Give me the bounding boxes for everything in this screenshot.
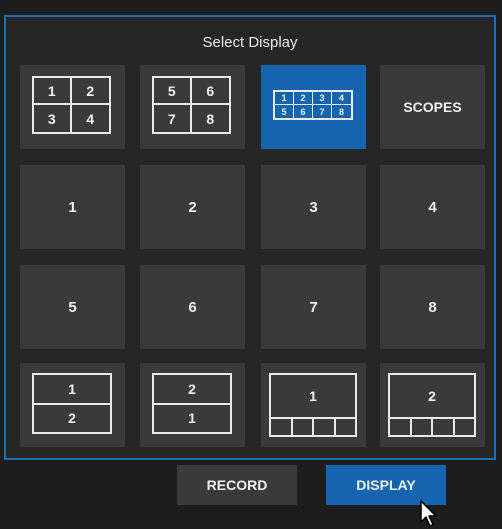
- display-number: 5: [68, 298, 77, 316]
- octal-cell: 7: [313, 105, 332, 118]
- display-3-button[interactable]: 3: [261, 165, 366, 249]
- scopes-label: SCOPES: [403, 99, 462, 115]
- strip-cells: [271, 417, 355, 435]
- strip-cells: [390, 417, 474, 435]
- layout-quad-1-4-button[interactable]: 1 2 3 4: [20, 65, 125, 149]
- octal-cell: 2: [294, 92, 313, 105]
- octal-grid-icon: 1 2 3 4 5 6 7 8: [273, 90, 353, 120]
- quad-1-4-icon: 1 2 3 4: [32, 76, 111, 134]
- display-number: 4: [428, 198, 437, 216]
- display-2-button[interactable]: 2: [140, 165, 245, 249]
- display-number: 8: [428, 298, 437, 316]
- layout-quad-5-8-button[interactable]: 5 6 7 8: [140, 65, 245, 149]
- display-number: 1: [68, 198, 77, 216]
- layout-split-2-1-button[interactable]: 2 1: [140, 363, 245, 447]
- quad-5-8-icon: 5 6 7 8: [152, 76, 231, 134]
- select-display-panel: Select Display 1 2 3 4 5 6 7 8 1 2 3 4 5…: [4, 15, 496, 460]
- mouse-cursor-icon: [420, 500, 437, 527]
- display-number: 2: [188, 198, 197, 216]
- quad-cell: 4: [86, 110, 95, 127]
- display-button[interactable]: DISPLAY: [326, 465, 446, 505]
- strip-2-icon: 2: [388, 373, 476, 437]
- display-8-button[interactable]: 8: [380, 265, 485, 349]
- display-6-button[interactable]: 6: [140, 265, 245, 349]
- display-5-button[interactable]: 5: [20, 265, 125, 349]
- layout-strip-1-button[interactable]: 1: [261, 363, 366, 447]
- split-cell: 2: [154, 375, 230, 405]
- display-number: 6: [188, 298, 197, 316]
- strip-1-icon: 1: [269, 373, 357, 437]
- octal-cell: 4: [332, 92, 351, 105]
- quad-cell: 7: [154, 105, 192, 132]
- layout-octal-button[interactable]: 1 2 3 4 5 6 7 8: [261, 65, 366, 149]
- octal-cell: 5: [275, 105, 294, 118]
- split-1-2-icon: 1 2: [32, 373, 112, 434]
- layout-strip-2-button[interactable]: 2: [380, 363, 485, 447]
- quad-cell: 3: [34, 105, 72, 132]
- split-cell: 1: [188, 410, 196, 427]
- split-cell: 1: [34, 375, 110, 405]
- split-2-1-icon: 2 1: [152, 373, 232, 434]
- quad-cell: 5: [154, 78, 192, 105]
- display-4-button[interactable]: 4: [380, 165, 485, 249]
- split-cell: 2: [68, 410, 76, 427]
- quad-cell: 2: [71, 78, 109, 105]
- layout-split-1-2-button[interactable]: 1 2: [20, 363, 125, 447]
- octal-cell: 6: [294, 105, 313, 118]
- quad-cell: 8: [206, 110, 215, 127]
- display-1-button[interactable]: 1: [20, 165, 125, 249]
- record-button[interactable]: RECORD: [177, 465, 297, 505]
- display-number: 3: [309, 198, 318, 216]
- octal-cell: 3: [313, 92, 332, 105]
- panel-title: Select Display: [202, 34, 298, 51]
- display-7-button[interactable]: 7: [261, 265, 366, 349]
- quad-cell: 1: [34, 78, 72, 105]
- quad-cell: 6: [191, 78, 229, 105]
- strip-main-cell: 1: [271, 375, 355, 419]
- display-number: 7: [309, 298, 318, 316]
- octal-cell: 1: [275, 92, 294, 105]
- scopes-button[interactable]: SCOPES: [380, 65, 485, 149]
- octal-cell: 8: [338, 106, 344, 117]
- strip-main-cell: 2: [390, 375, 474, 419]
